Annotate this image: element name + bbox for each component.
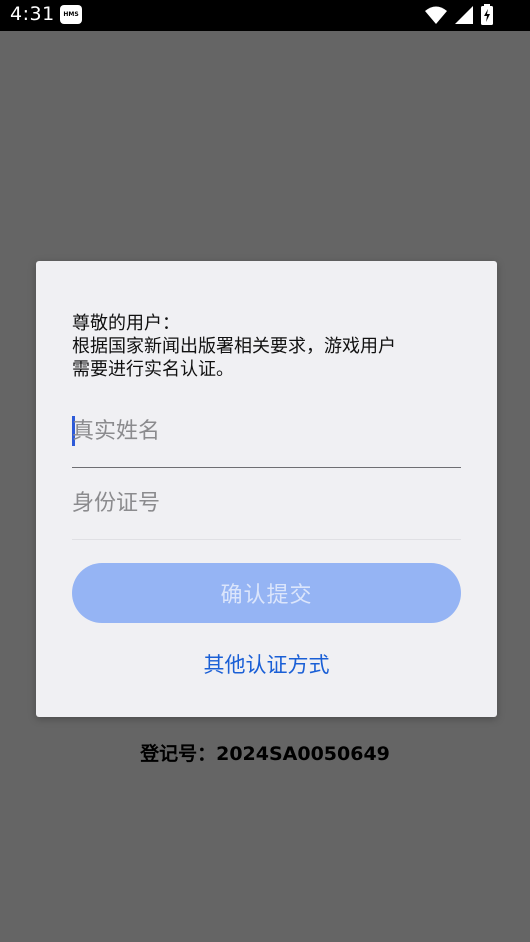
registration-number: 登记号：2024SA0050649 bbox=[140, 743, 390, 765]
hms-badge-icon: HMS bbox=[60, 5, 82, 24]
other-verification-link[interactable]: 其他认证方式 bbox=[36, 649, 497, 679]
real-name-verification-dialog: 尊敬的用户： 根据国家新闻出版署相关要求，游戏用户 需要进行实名认证。 确认提交… bbox=[36, 261, 497, 717]
greeting-text: 尊敬的用户： bbox=[72, 313, 180, 334]
real-name-field bbox=[72, 411, 461, 468]
confirm-submit-button[interactable]: 确认提交 bbox=[72, 563, 461, 623]
notice-line-2: 需要进行实名认证。 bbox=[72, 359, 234, 380]
cellular-signal-icon bbox=[454, 6, 473, 24]
status-time: 4:31 bbox=[10, 3, 55, 25]
battery-charging-icon bbox=[481, 4, 493, 25]
notice-line-1: 根据国家新闻出版署相关要求，游戏用户 bbox=[72, 336, 396, 357]
notice-text: 尊敬的用户： 根据国家新闻出版署相关要求，游戏用户 需要进行实名认证。 bbox=[72, 312, 472, 381]
id-number-field bbox=[72, 483, 461, 540]
id-number-input[interactable] bbox=[72, 483, 461, 523]
wifi-icon bbox=[424, 6, 447, 24]
status-bar: 4:31 HMS bbox=[0, 0, 530, 31]
status-icons bbox=[424, 4, 494, 26]
real-name-input[interactable] bbox=[72, 411, 461, 451]
